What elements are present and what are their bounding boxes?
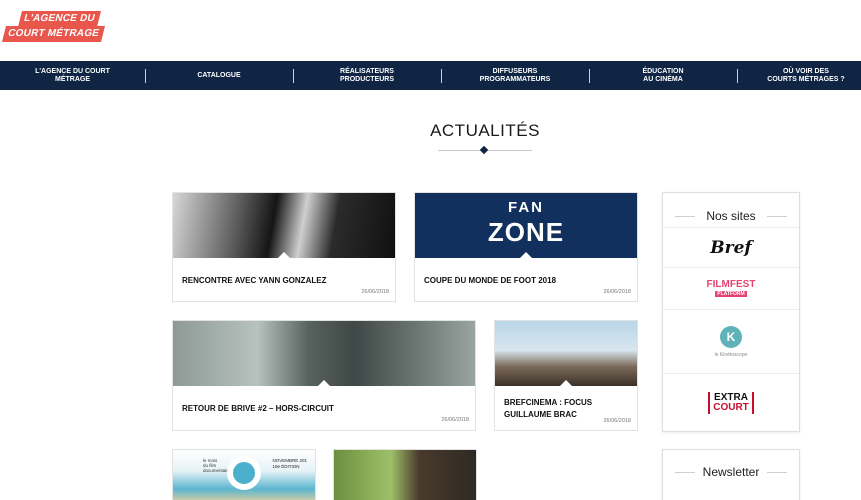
filmfest-logo-top: FILMFEST — [706, 278, 756, 290]
nav-item-ou-voir[interactable]: OÙ VOIR DES COURTS MÉTRAGES ? — [737, 61, 861, 90]
nos-sites-heading: Nos sites — [663, 209, 799, 223]
bref-logo: Bref — [710, 237, 752, 258]
nav-item-diffuseurs[interactable]: DIFFUSEURS PROGRAMMATEURS — [441, 61, 589, 90]
main-navigation: L'AGENCE DU COURT MÉTRAGE CATALOGUE RÉAL… — [0, 61, 861, 90]
nav-item-realisateurs[interactable]: RÉALISATEURS PRODUCTEURS — [293, 61, 441, 90]
site-link-filmfest[interactable]: FILMFEST PLATFORM — [663, 267, 799, 309]
nav-label: OÙ VOIR DES COURTS MÉTRAGES ? — [767, 67, 845, 83]
article-image[interactable] — [495, 321, 637, 386]
article-title[interactable]: COUPE DU MONDE DE FOOT 2018 — [424, 275, 629, 287]
card-notch — [560, 380, 572, 386]
extra-court-logo-bottom: COURT — [713, 401, 749, 413]
card-notch — [520, 252, 532, 258]
site-link-bref[interactable]: Bref — [663, 227, 799, 267]
article-image[interactable] — [173, 193, 395, 258]
article-title[interactable]: RENCONTRE AVEC YANN GONZALEZ — [182, 275, 387, 287]
article-date: 26/06/2018 — [603, 418, 631, 424]
extra-court-logo: EXTRA COURT — [708, 391, 754, 414]
kinetoscope-label: le Kinétoscope — [714, 351, 748, 358]
article-date: 26/06/2018 — [361, 289, 389, 295]
fan-zone-text-top: FAN — [508, 199, 544, 216]
nos-sites-panel: Nos sites Bref FILMFEST PLATFORM K le Ki… — [662, 192, 800, 432]
nav-label: ÉDUCATION AU CINÉMA — [642, 67, 684, 83]
nav-label: CATALOGUE — [197, 71, 241, 79]
site-link-extra-court[interactable]: EXTRA COURT — [663, 373, 799, 431]
nav-item-education[interactable]: ÉDUCATION AU CINÉMA — [589, 61, 737, 90]
article-card[interactable] — [333, 449, 477, 500]
page-title: ACTUALITÉS — [430, 121, 540, 140]
nav-label: RÉALISATEURS PRODUCTEURS — [339, 67, 395, 83]
article-image[interactable]: FAN ZONE — [415, 193, 637, 258]
site-logo[interactable]: L'AGENCE DU COURT MÉTRAGE — [2, 11, 105, 43]
site-link-kinetoscope[interactable]: K le Kinétoscope — [663, 309, 799, 373]
nav-label: L'AGENCE DU COURT MÉTRAGE — [35, 67, 110, 83]
article-date: 26/06/2018 — [441, 417, 469, 423]
article-image[interactable] — [334, 450, 476, 500]
doc-circle-graphic — [227, 456, 261, 490]
article-card[interactable]: FAN ZONE COUPE DU MONDE DE FOOT 2018 26/… — [414, 192, 638, 302]
kinetoscope-logo: K le Kinétoscope — [714, 325, 748, 358]
kinetoscope-icon: K — [720, 325, 742, 348]
newsletter-panel: Newsletter — [662, 449, 800, 500]
filmfest-logo-bottom: PLATFORM — [715, 290, 747, 297]
article-date: 26/06/2018 — [603, 289, 631, 295]
logo-line-1: L'AGENCE DU — [18, 11, 101, 27]
diamond-icon — [479, 145, 489, 155]
article-card[interactable]: BREFCINEMA : FOCUS GUILLAUME BRAC 26/06/… — [494, 320, 638, 431]
card-notch — [318, 380, 330, 386]
article-card[interactable]: RETOUR DE BRIVE #2 – HORS-CIRCUIT 26/06/… — [172, 320, 476, 431]
article-image[interactable]: le mois du film documentaire NOVEMBRE 20… — [173, 450, 315, 500]
article-title[interactable]: RETOUR DE BRIVE #2 – HORS-CIRCUIT — [182, 403, 467, 415]
article-card[interactable]: le mois du film documentaire NOVEMBRE 20… — [172, 449, 316, 500]
nav-item-agence[interactable]: L'AGENCE DU COURT MÉTRAGE — [0, 61, 145, 90]
doc-edition-text: NOVEMBRE 201 19e ÉDITION — [272, 458, 307, 469]
card-notch — [278, 252, 290, 258]
filmfest-logo: FILMFEST PLATFORM — [706, 278, 756, 297]
article-card[interactable]: RENCONTRE AVEC YANN GONZALEZ 26/06/2018 — [172, 192, 396, 302]
nav-item-catalogue[interactable]: CATALOGUE — [145, 61, 293, 90]
fan-zone-text-bottom: ZONE — [487, 217, 565, 247]
newsletter-heading: Newsletter — [663, 465, 799, 479]
article-image[interactable] — [173, 321, 475, 386]
logo-line-2: COURT MÉTRAGE — [2, 26, 105, 42]
nav-label: DIFFUSEURS PROGRAMMATEURS — [479, 67, 551, 83]
